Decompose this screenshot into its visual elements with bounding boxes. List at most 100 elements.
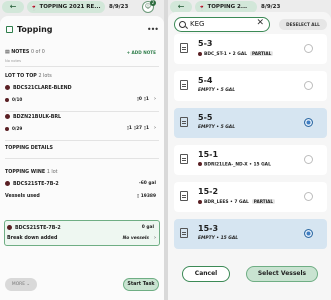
notes-empty-text: No notes	[5, 59, 21, 63]
vessel-detail: EMPTY • 15 GAL	[198, 236, 238, 241]
lot-qty: 0/10	[12, 97, 23, 102]
lot-vessel-counts: ▯1 ▯27 ▯1	[126, 126, 149, 131]
wine-lot-name: BDCS21STE-7B-2	[13, 182, 59, 187]
wine-dot-icon	[5, 114, 10, 119]
search-value: KEG	[190, 20, 205, 28]
chevron-right-icon: ›	[154, 235, 156, 241]
topping-wine-heading: TOPPING WINE 1 lot	[5, 170, 58, 175]
topping-details-heading: TOPPING DETAILS	[5, 146, 53, 151]
task-title-chip[interactable]: 🍷 TOPPING 2021 RE...	[27, 1, 105, 13]
selected-lot-name: BDCS21STE-7B-2	[15, 226, 61, 231]
vessel-name: 15-3	[198, 224, 219, 233]
lot-name: BDZN21BULK-BRL	[13, 115, 62, 120]
vessel-name: 5-4	[198, 76, 213, 85]
vessels-used-row: Vessels used ▯ 19389	[5, 194, 159, 204]
vessel-name: 5-3	[198, 39, 213, 48]
wine-dot-icon	[198, 199, 202, 204]
back-button[interactable]: ←	[2, 1, 24, 13]
vessel-picker-screen: ← 🍷 TOPPING 2... 8/9/23 KEG ✕ DESELECT A…	[168, 0, 331, 300]
vessel-contents: EMPTY • 15 GAL	[198, 236, 239, 241]
vessel-select-radio[interactable]	[304, 229, 313, 238]
task-header: Topping	[6, 25, 53, 34]
top-bar: ← 🍷 TOPPING 2021 RE... 8/9/23 ☺ 2	[0, 0, 164, 14]
vessel-detail: BDR_LEES • 7 GAL PARTIAL	[198, 199, 276, 205]
barrel-icon	[180, 154, 188, 164]
task-title: TOPPING 2...	[207, 4, 248, 10]
cancel-button[interactable]: Cancel	[182, 266, 230, 282]
divider	[5, 158, 159, 159]
more-options-icon[interactable]: •••	[147, 25, 159, 34]
partial-badge: PARTIAL	[250, 51, 274, 56]
search-input[interactable]: KEG ✕	[174, 17, 270, 32]
wine-dot-icon	[198, 51, 202, 56]
selected-lot-row: BDCS21STE-7B-2 0 gal	[7, 225, 157, 235]
vessel-contents: EMPTY • 5 GAL	[198, 125, 236, 130]
lot-vessel-counts: ▯0 ▯1	[136, 97, 149, 102]
lot-qty: 0/29	[12, 126, 23, 131]
barrel-icon	[180, 43, 188, 53]
task-checkbox[interactable]	[6, 26, 13, 33]
vessel-select-radio[interactable]	[304, 81, 313, 90]
chevron-right-icon: ›	[154, 125, 156, 131]
bottom-action-bar: MORE ⌄ Start Task	[0, 266, 164, 300]
wine-dot-icon	[5, 127, 9, 131]
lot-row[interactable]: BDZN21BULK-BRL 0/29 ▯1 ▯27 ▯1 ›	[5, 114, 159, 138]
lot-name: BDCS21CLARE-BLEND	[13, 86, 72, 91]
lot-row[interactable]: BDCS21CLARE-BLEND 0/10 ▯0 ▯1 ›	[5, 85, 159, 109]
vessel-select-radio[interactable]	[304, 44, 313, 53]
wine-glass-icon: 🍷	[198, 3, 206, 11]
wine-lot-amount: -60 gal	[138, 181, 156, 186]
breakdown-value: No vessels	[122, 236, 149, 241]
vessel-contents: BDR_LEES • 7 GAL	[204, 200, 249, 205]
add-note-button[interactable]: + ADD NOTE	[127, 50, 156, 55]
vessels-used-value: 19389	[140, 194, 156, 199]
barrel-icon	[180, 191, 188, 201]
task-title: TOPPING 2021 RE...	[39, 4, 101, 10]
vessel-name: 15-2	[198, 187, 219, 196]
vessel-row[interactable]: 5-3 BDC_ST-1 • 2 GAL PARTIAL	[174, 34, 327, 64]
divider	[5, 111, 159, 112]
vessel-detail: BDC_ST-1 • 2 GAL PARTIAL	[198, 51, 274, 57]
vessel-detail: EMPTY • 5 GAL	[198, 125, 235, 130]
breakdown-label: Break down added	[7, 236, 58, 241]
vessel-select-radio[interactable]	[304, 118, 313, 127]
wine-lot-row[interactable]: BDCS21STE-7B-2 -60 gal	[5, 181, 159, 193]
vessel-select-radio[interactable]	[304, 192, 313, 201]
vessel-contents: BDC_ST-1 • 2 GAL	[204, 52, 248, 57]
wine-dot-icon	[198, 162, 202, 166]
divider	[5, 66, 159, 67]
wine-dot-icon	[7, 225, 12, 230]
vessel-row[interactable]: 15-3 EMPTY • 15 GAL	[174, 219, 327, 249]
vessel-contents: EMPTY • 5 GAL	[198, 88, 236, 93]
deselect-all-button[interactable]: DESELECT ALL	[279, 19, 327, 30]
page-title: Topping	[17, 25, 53, 34]
more-button[interactable]: MORE ⌄	[5, 278, 37, 291]
search-icon	[179, 21, 186, 28]
notes-count: 0 of 0	[30, 50, 45, 55]
vessel-contents: BDRI21LEA-_ND-X • 15 GAL	[204, 162, 271, 168]
vessel-row[interactable]: 5-5 EMPTY • 5 GAL	[174, 108, 327, 138]
vessel-row[interactable]: 5-4 EMPTY • 5 GAL	[174, 71, 327, 101]
start-task-button[interactable]: Start Task	[123, 278, 159, 291]
vessel-row[interactable]: 15-1 BDRI21LEA-_ND-X • 15 GAL	[174, 145, 327, 175]
task-screen: ← 🍷 TOPPING 2021 RE... 8/9/23 ☺ 2 Toppin…	[0, 0, 164, 300]
notes-heading: ▤ NOTES 0 of 0	[5, 50, 45, 55]
clear-icon[interactable]: ✕	[256, 18, 264, 28]
picker-action-bar: Cancel Select Vessels	[168, 252, 331, 300]
vessel-select-radio[interactable]	[304, 155, 313, 164]
lot-to-top-count: 2 lots	[38, 74, 52, 79]
vessel-row[interactable]: 15-2 BDR_LEES • 7 GAL PARTIAL	[174, 182, 327, 212]
selected-lot-box[interactable]: BDCS21STE-7B-2 0 gal Break down added No…	[4, 220, 160, 246]
barrel-icon	[180, 117, 188, 127]
vessel-detail: BDRI21LEA-_ND-X • 15 GAL	[198, 162, 271, 168]
wine-dot-icon	[5, 85, 10, 90]
lot-to-top-heading: LOT TO TOP 2 lots	[5, 74, 52, 79]
wine-dot-icon	[5, 181, 10, 186]
barrel-icon	[180, 228, 188, 238]
select-vessels-button[interactable]: Select Vessels	[246, 266, 318, 282]
chevron-right-icon: ›	[154, 96, 156, 102]
topping-wine-count: 1 lot	[46, 170, 58, 175]
wine-glass-icon: 🍷	[30, 3, 38, 11]
notification-badge: 2	[150, 0, 156, 6]
breakdown-row: Break down added No vessels ›	[7, 235, 157, 245]
